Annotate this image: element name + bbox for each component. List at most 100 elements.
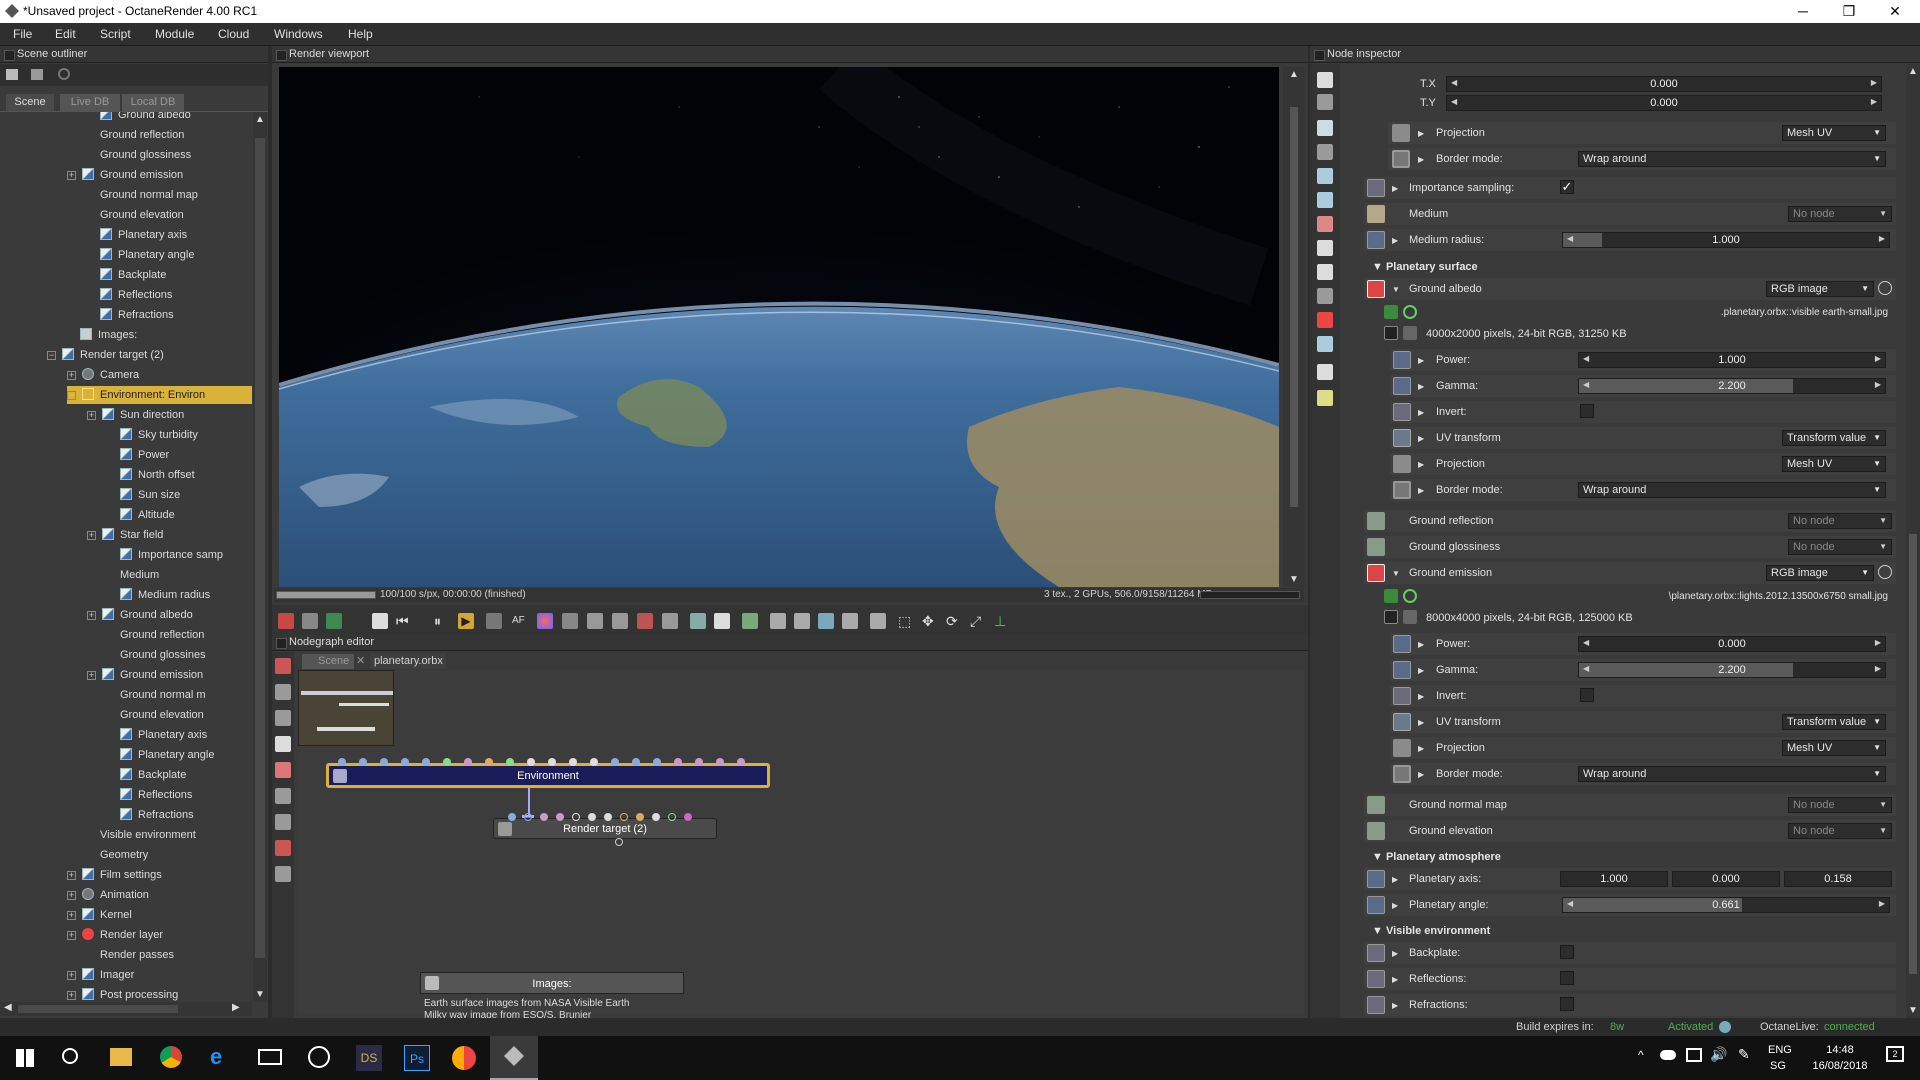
outliner-item[interactable]: Geometry bbox=[100, 846, 252, 864]
restart-icon[interactable]: ⏮ bbox=[396, 613, 412, 629]
reset-camera-icon[interactable] bbox=[278, 613, 294, 629]
rotate-icon[interactable]: ⟳ bbox=[946, 613, 962, 629]
passes-icon[interactable] bbox=[1317, 288, 1333, 304]
material-picker-icon[interactable] bbox=[537, 613, 553, 629]
fullscreen-region-icon[interactable] bbox=[714, 613, 730, 629]
ground-albedo-options-icon[interactable] bbox=[1878, 281, 1892, 295]
outliner-item[interactable]: + Film settings bbox=[67, 866, 252, 884]
outliner-item[interactable]: Reflections bbox=[120, 786, 252, 804]
node-input-pin[interactable] bbox=[569, 758, 577, 766]
outliner-item[interactable]: Reflections bbox=[100, 286, 252, 304]
clock-icon[interactable] bbox=[1317, 264, 1333, 280]
expand-icon[interactable]: + bbox=[67, 911, 76, 920]
subsample-icon[interactable] bbox=[842, 613, 858, 629]
border-mode-dropdown[interactable]: Wrap around ▼ bbox=[1578, 151, 1886, 167]
albedo-power-slider[interactable]: ◀ 1.000 ▶ bbox=[1578, 352, 1886, 368]
region-icon[interactable] bbox=[486, 613, 502, 629]
close-button[interactable]: ✕ bbox=[1872, 2, 1918, 21]
node-input-pin[interactable] bbox=[485, 758, 493, 766]
ground-emission-options-icon[interactable] bbox=[1878, 565, 1892, 579]
language-indicator[interactable]: ENG bbox=[1768, 1044, 1792, 1056]
recenter-icon[interactable] bbox=[302, 613, 318, 629]
sky-icon[interactable] bbox=[1317, 192, 1333, 208]
albedo-power-swatch[interactable] bbox=[1393, 351, 1411, 369]
planetary-axis-swatch[interactable] bbox=[1367, 870, 1385, 888]
ground-elevation-swatch[interactable] bbox=[1367, 822, 1385, 840]
outliner-item[interactable]: Backplate bbox=[100, 266, 252, 284]
ground-reflection-dropdown[interactable]: No node ▼ bbox=[1788, 513, 1892, 529]
outliner-item[interactable]: + Ground emission bbox=[67, 166, 252, 184]
post-processing-icon[interactable] bbox=[1317, 390, 1333, 406]
planetary-surface-section[interactable]: ▼ Planetary surface bbox=[1372, 261, 1478, 273]
octane-taskbar-icon[interactable] bbox=[490, 1036, 538, 1080]
tab-live-db[interactable]: Live DB bbox=[60, 94, 120, 111]
outliner-item[interactable]: Sun size bbox=[120, 486, 252, 504]
node-input-pin[interactable] bbox=[380, 758, 388, 766]
backplate-checkbox[interactable] bbox=[1560, 945, 1574, 959]
albedo-uv-transform-swatch[interactable] bbox=[1393, 429, 1411, 447]
inspector-pin-icon[interactable] bbox=[1317, 72, 1333, 88]
outliner-item[interactable]: Power bbox=[120, 446, 252, 464]
start-render-icon[interactable]: ▶ bbox=[458, 613, 474, 629]
outliner-item[interactable]: Planetary axis bbox=[120, 726, 252, 744]
outliner-item[interactable]: − Environment: Environ bbox=[67, 386, 252, 404]
node-input-pin[interactable] bbox=[508, 813, 516, 821]
emission-uv-transform-swatch[interactable] bbox=[1393, 713, 1411, 731]
outliner-item[interactable]: + Render layer bbox=[67, 926, 252, 944]
node-input-pin[interactable] bbox=[572, 813, 580, 821]
outliner-item[interactable]: + Ground emission bbox=[87, 666, 252, 684]
environment-node-pins[interactable] bbox=[338, 758, 758, 768]
expand-icon[interactable]: + bbox=[67, 171, 76, 180]
outliner-item[interactable]: Medium radius bbox=[120, 586, 252, 604]
decal-icon[interactable] bbox=[870, 613, 886, 629]
export-icon[interactable] bbox=[794, 613, 810, 629]
backplate-swatch[interactable] bbox=[1367, 944, 1385, 962]
emission-film-strip-icon[interactable] bbox=[1384, 610, 1398, 624]
node-input-pin[interactable] bbox=[620, 813, 628, 821]
outliner-item[interactable]: Visible environment bbox=[100, 826, 252, 844]
outliner-item[interactable]: Refractions bbox=[100, 306, 252, 324]
node-input-pin[interactable] bbox=[636, 813, 644, 821]
clay-mode-icon[interactable] bbox=[818, 613, 834, 629]
nodegraph-minimap[interactable] bbox=[298, 670, 394, 746]
outliner-item[interactable]: + Animation bbox=[67, 886, 252, 904]
albedo-projection-swatch[interactable] bbox=[1393, 455, 1411, 473]
move-icon[interactable]: ✥ bbox=[922, 613, 938, 629]
outliner-item[interactable]: Refractions bbox=[120, 806, 252, 824]
border-mode-swatch[interactable] bbox=[1392, 150, 1410, 168]
emission-border-mode-swatch[interactable] bbox=[1393, 765, 1411, 783]
render-layer-icon[interactable] bbox=[1317, 312, 1333, 328]
expand-icon[interactable]: + bbox=[87, 531, 96, 540]
daylight-icon[interactable] bbox=[1317, 168, 1333, 184]
albedo-border-mode-dropdown[interactable]: Wrap around ▼ bbox=[1578, 482, 1886, 498]
node-input-pin[interactable] bbox=[527, 758, 535, 766]
emission-invert-swatch[interactable] bbox=[1393, 687, 1411, 705]
outliner-item[interactable]: + Kernel bbox=[67, 906, 252, 924]
search-icon[interactable] bbox=[62, 1048, 78, 1064]
crop-icon[interactable] bbox=[637, 613, 653, 629]
menu-file[interactable]: File bbox=[13, 27, 32, 41]
menu-help[interactable]: Help bbox=[348, 27, 373, 41]
mail-icon[interactable] bbox=[258, 1049, 282, 1065]
kernel-icon[interactable] bbox=[1317, 216, 1333, 232]
copy-icon[interactable] bbox=[770, 613, 786, 629]
node-input-pin[interactable] bbox=[506, 758, 514, 766]
zoom-icon[interactable] bbox=[690, 613, 706, 629]
notification-icon[interactable]: 2 bbox=[1886, 1046, 1904, 1062]
chrome-icon[interactable] bbox=[160, 1046, 182, 1068]
emission-projection-swatch[interactable] bbox=[1393, 739, 1411, 757]
medium-swatch[interactable] bbox=[1367, 205, 1385, 223]
reload-image-icon[interactable] bbox=[1384, 305, 1398, 319]
refractions-checkbox[interactable] bbox=[1560, 997, 1574, 1011]
outliner-scrollbar[interactable]: ▲ ▼ bbox=[253, 112, 267, 1002]
denoiser-icon[interactable] bbox=[742, 613, 758, 629]
outliner-item[interactable]: Ground normal map bbox=[100, 186, 252, 204]
render-target-node-icon[interactable] bbox=[275, 658, 291, 674]
ground-emission-swatch[interactable] bbox=[1367, 564, 1385, 582]
cube-icon[interactable] bbox=[326, 613, 342, 629]
tab-scene-graph[interactable]: Scene bbox=[302, 654, 354, 669]
reflections-swatch[interactable] bbox=[1367, 970, 1385, 988]
tab-scene[interactable]: Scene bbox=[6, 94, 54, 111]
refresh-image-icon[interactable] bbox=[1403, 305, 1417, 319]
outliner-hscrollbar[interactable]: ◀ ▶ bbox=[0, 1002, 252, 1016]
